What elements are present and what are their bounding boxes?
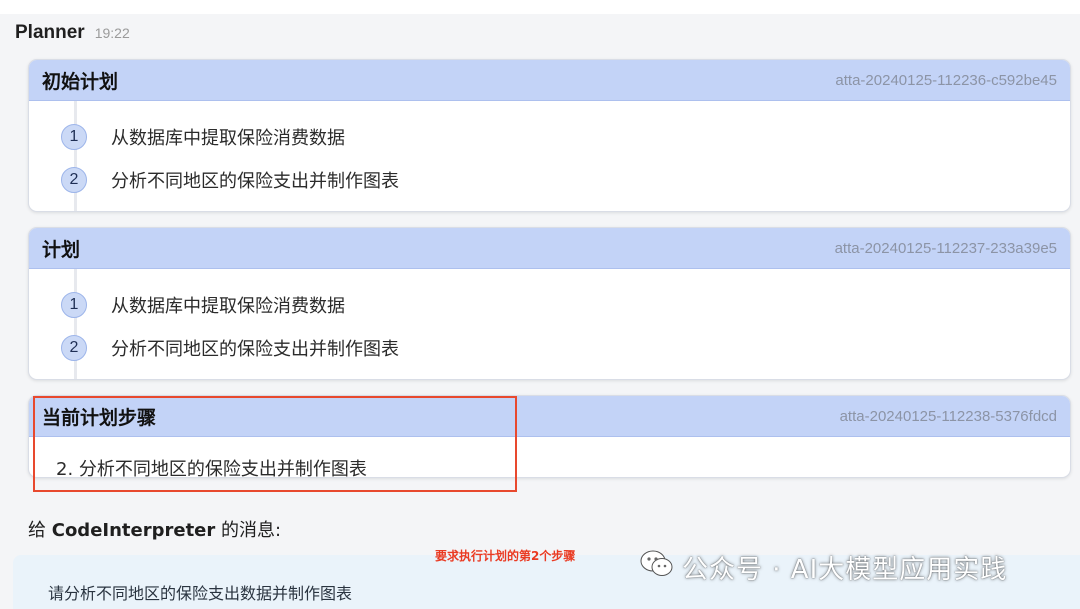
step-number-badge: 2 — [61, 334, 87, 361]
plan-step: 1 从数据库中提取保险消费数据 — [29, 283, 1070, 326]
card-title: 计划 — [42, 238, 81, 261]
step-text: 从数据库中提取保险消费数据 — [111, 295, 345, 317]
card-header: 当前计划步骤 atta-20240125-112238-5376fdcd — [29, 396, 1070, 437]
attachment-id: atta-20240125-112238-5376fdcd — [839, 407, 1057, 425]
step-text: 分析不同地区的保险支出并制作图表 — [111, 338, 399, 360]
plan-steps: 1 从数据库中提取保险消费数据 2 分析不同地区的保险支出并制作图表 — [29, 101, 1070, 211]
message-label-prefix: 给 — [28, 520, 52, 541]
plan-card: 计划 atta-20240125-112237-233a39e5 1 从数据库中… — [28, 227, 1071, 380]
plan-step: 1 从数据库中提取保险消费数据 — [29, 115, 1070, 158]
message-target: CodeInterpreter — [51, 520, 216, 541]
plan-step: 2 分析不同地区的保险支出并制作图表 — [29, 158, 1070, 201]
attachment-id: atta-20240125-112236-c592be45 — [835, 71, 1057, 89]
card-header: 计划 atta-20240125-112237-233a39e5 — [29, 228, 1070, 269]
step-number-badge: 1 — [61, 123, 87, 150]
message-label-suffix: 的消息: — [215, 520, 282, 541]
annotation-note: 要求执行计划的第2个步骤 — [435, 549, 576, 563]
watermark-text: 公众号 · AI大模型应用实践 — [682, 555, 1008, 585]
plan-steps: 1 从数据库中提取保险消费数据 2 分析不同地区的保险支出并制作图表 — [29, 269, 1070, 379]
initial-plan-card: 初始计划 atta-20240125-112236-c592be45 1 从数据… — [28, 59, 1071, 212]
card-title: 初始计划 — [42, 70, 119, 93]
timestamp: 19:22 — [94, 25, 130, 41]
message-label: 给 CodeInterpreter 的消息: — [28, 516, 281, 542]
attachment-id: atta-20240125-112237-233a39e5 — [834, 239, 1057, 257]
step-number-badge: 2 — [61, 166, 87, 193]
watermark: 公众号 · AI大模型应用实践 — [640, 549, 1007, 586]
card-title: 当前计划步骤 — [42, 406, 157, 429]
current-step-text: 2. 分析不同地区的保险支出并制作图表 — [56, 459, 367, 478]
author-name: Planner — [15, 22, 85, 43]
step-text: 分析不同地区的保险支出并制作图表 — [111, 170, 399, 192]
current-step-card: 当前计划步骤 atta-20240125-112238-5376fdcd 2. … — [28, 395, 1071, 478]
message-text: 请分析不同地区的保险支出数据并制作图表 — [48, 584, 353, 603]
plan-step: 2 分析不同地区的保险支出并制作图表 — [29, 326, 1070, 369]
wechat-icon — [640, 549, 674, 586]
step-number-badge: 1 — [61, 291, 87, 318]
top-bar — [0, 0, 1080, 14]
step-text: 从数据库中提取保险消费数据 — [111, 127, 345, 149]
card-header: 初始计划 atta-20240125-112236-c592be45 — [29, 60, 1070, 101]
message-header: Planner 19:22 — [15, 22, 130, 44]
